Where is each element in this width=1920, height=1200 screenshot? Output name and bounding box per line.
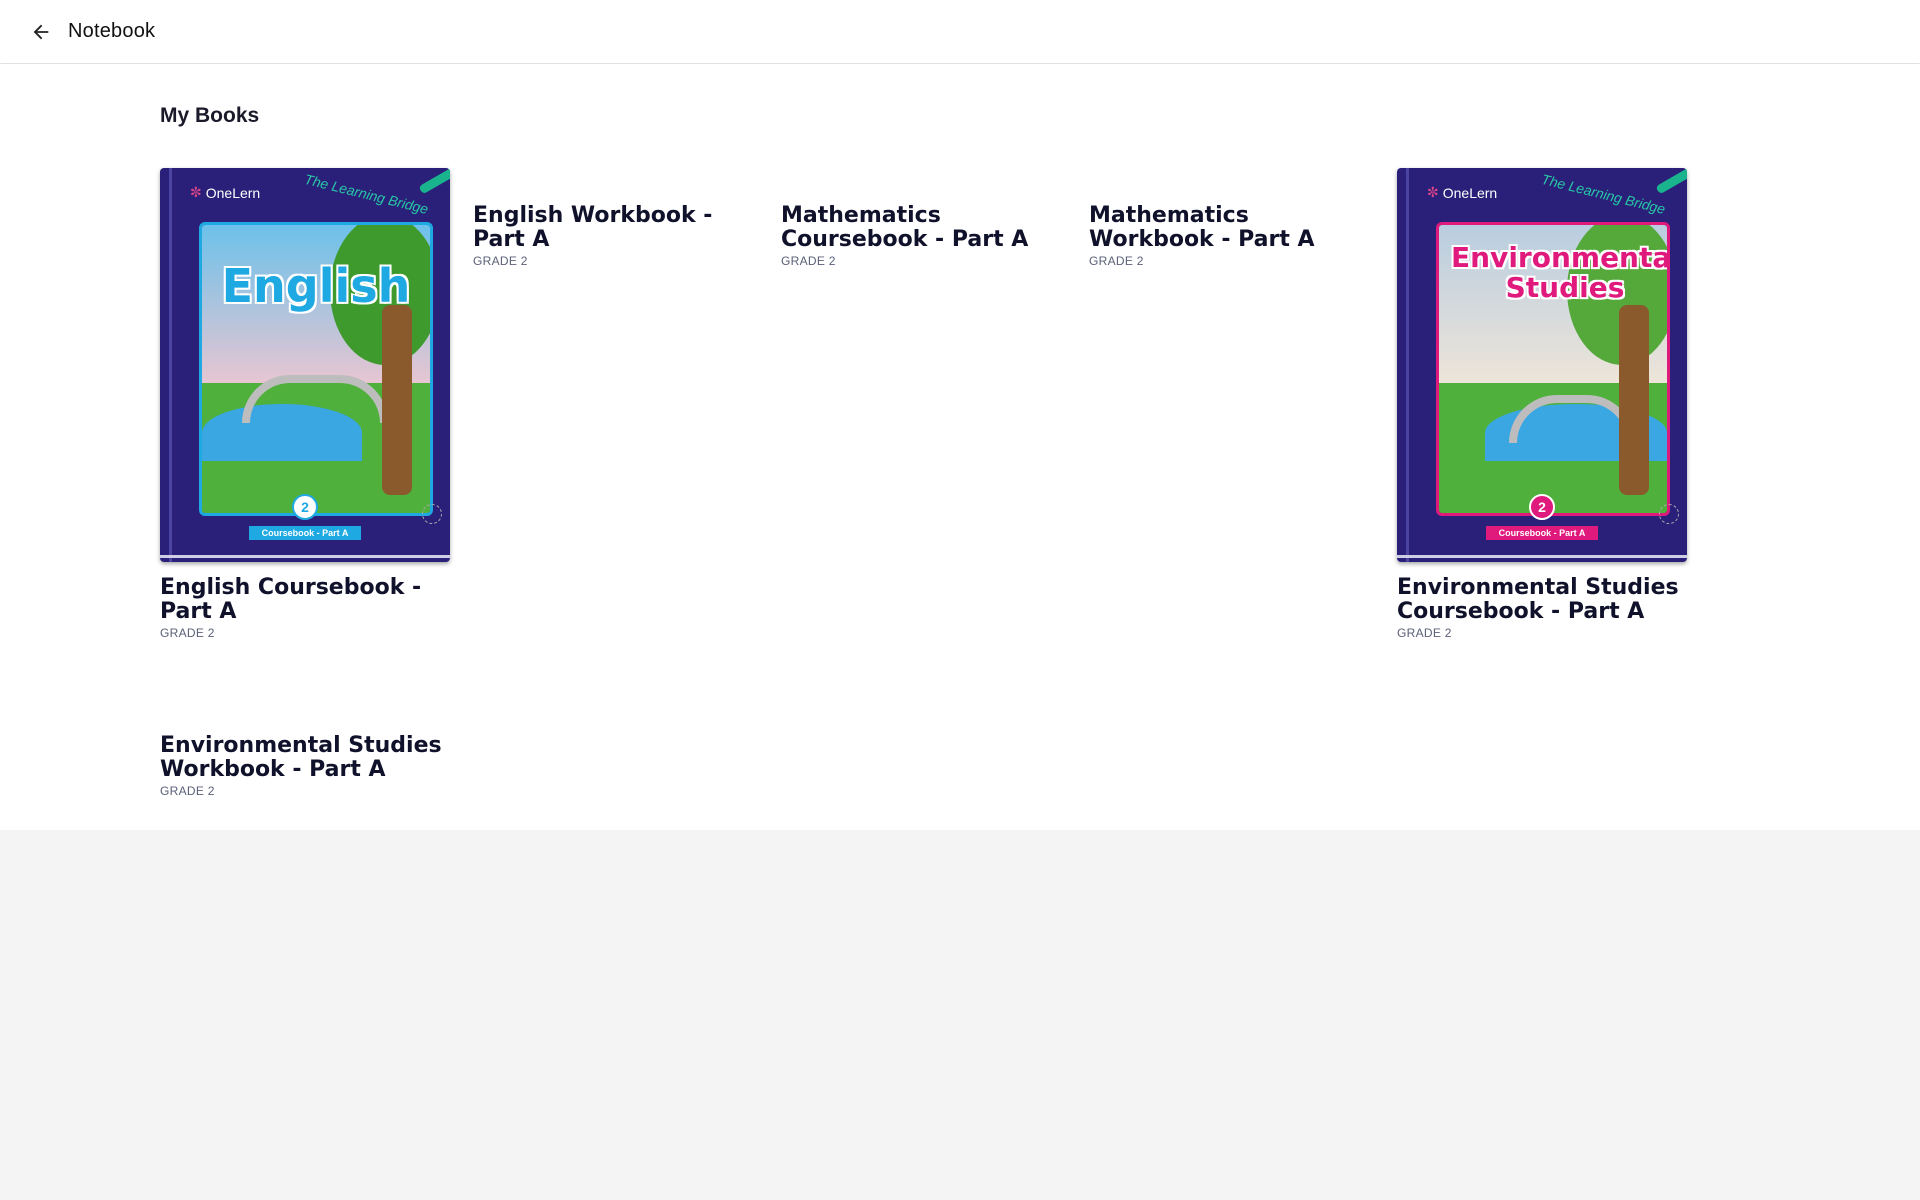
cover-grade-badge: 2	[1529, 494, 1555, 520]
cover-illustration: English	[199, 222, 433, 516]
cover-tagline: The Learning Bridge	[1540, 170, 1668, 218]
top-app-bar: Notebook	[0, 0, 1920, 63]
cover-subject: English	[221, 259, 411, 313]
seal-icon	[422, 504, 442, 524]
book-cover[interactable]: ✼ OneLern The Learning Bridge English 2 C…	[160, 168, 450, 562]
book-title[interactable]: Mathematics Coursebook - Part A	[781, 204, 1071, 252]
book-grade: GRADE 2	[473, 254, 528, 268]
book-grade: GRADE 2	[160, 784, 215, 798]
book-title[interactable]: English Workbook - Part A	[473, 204, 763, 252]
book-grade: GRADE 2	[1397, 626, 1452, 640]
book-grade: GRADE 2	[1089, 254, 1144, 268]
section-title: My Books	[160, 104, 260, 127]
book-card-mathematics-coursebook[interactable]: Mathematics Coursebook - Part A GRADE 2	[781, 204, 1071, 269]
book-grade: GRADE 2	[160, 626, 215, 640]
main-content: My Books ✼ OneLern The Learning Bridge En…	[0, 64, 1920, 830]
book-title[interactable]: English Coursebook - Part A	[160, 576, 452, 624]
book-card-environmental-studies-coursebook[interactable]: ✼ OneLern The Learning Bridge Environment…	[1397, 168, 1689, 640]
seal-icon	[1659, 504, 1679, 524]
book-card-environmental-studies-workbook[interactable]: Environmental Studies Workbook - Part A …	[160, 734, 450, 799]
cover-grade-badge: 2	[292, 494, 318, 520]
cover-tagline: The Learning Bridge	[303, 170, 431, 218]
arrow-left-icon	[33, 24, 49, 40]
back-button[interactable]	[26, 17, 56, 47]
brand-logo: ✼ OneLern	[190, 184, 261, 201]
app-title: Notebook	[68, 20, 156, 42]
cover-subject: Environmental Studies	[1451, 241, 1670, 304]
book-grade: GRADE 2	[781, 254, 836, 268]
book-title[interactable]: Environmental Studies Workbook - Part A	[160, 734, 450, 782]
book-title[interactable]: Environmental Studies Coursebook - Part …	[1397, 576, 1689, 624]
book-card-mathematics-workbook[interactable]: Mathematics Workbook - Part A GRADE 2	[1089, 204, 1379, 269]
book-card-english-workbook[interactable]: English Workbook - Part A GRADE 2	[473, 204, 763, 269]
book-title[interactable]: Mathematics Workbook - Part A	[1089, 204, 1379, 252]
cover-ribbon: Coursebook - Part A	[249, 526, 361, 540]
cover-illustration: Environmental Studies	[1436, 222, 1670, 516]
book-card-english-coursebook[interactable]: ✼ OneLern The Learning Bridge English 2 C…	[160, 168, 452, 640]
cover-ribbon: Coursebook - Part A	[1486, 526, 1598, 540]
brand-logo: ✼ OneLern	[1427, 184, 1498, 201]
book-cover[interactable]: ✼ OneLern The Learning Bridge Environment…	[1397, 168, 1687, 562]
